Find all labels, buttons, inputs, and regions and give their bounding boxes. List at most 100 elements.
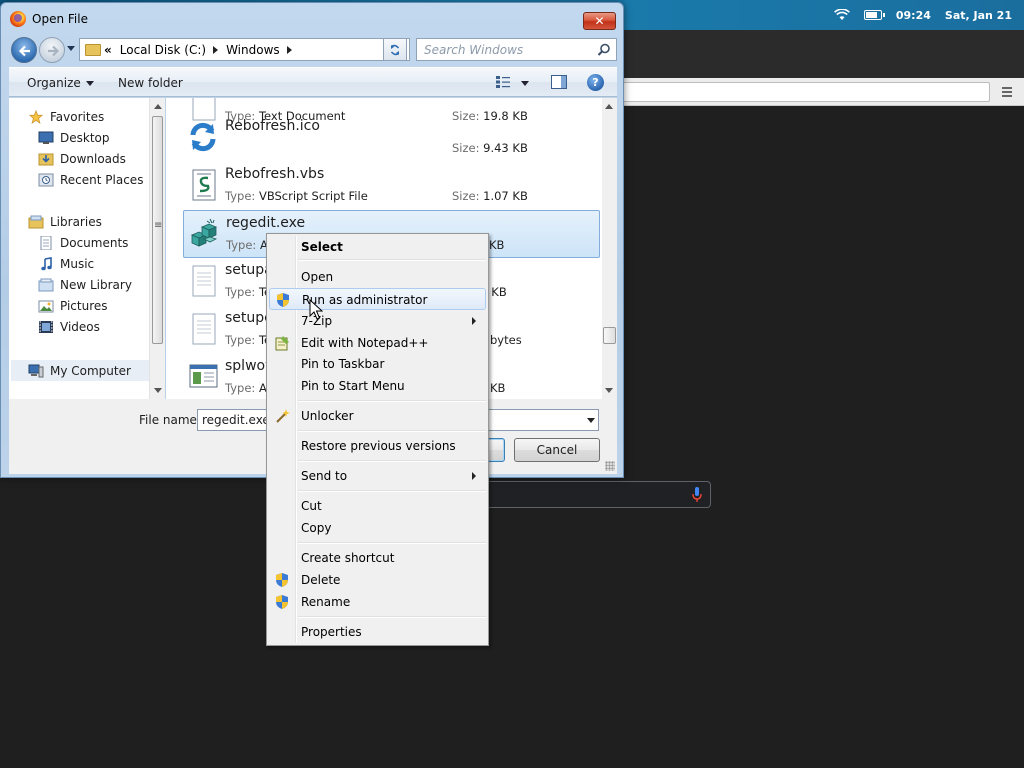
context-menu: Select Open Run as administrator 7-Zip E…	[266, 233, 489, 646]
search-placeholder: Search Windows	[424, 43, 524, 57]
scroll-down-icon[interactable]	[154, 388, 162, 393]
menu-item-pin-to-taskbar[interactable]: Pin to Taskbar	[269, 353, 486, 375]
downloads-folder-icon	[38, 153, 54, 165]
nav-desktop-label: Desktop	[60, 130, 110, 145]
file-type: Type: Te	[225, 285, 271, 299]
chevron-down-icon	[85, 81, 94, 86]
file-row[interactable]: Rebofresh.vbs Type: VBScript Script File…	[183, 162, 600, 210]
nav-new-library[interactable]: New Library	[38, 274, 132, 295]
nav-music-label: Music	[60, 256, 95, 271]
new-folder-button[interactable]: New folder	[118, 76, 183, 90]
file-list-scrollbar[interactable]	[602, 98, 617, 399]
file-row[interactable]: Rebofresh.ico Size: 9.43 KB	[183, 114, 600, 162]
scrollbar-thumb[interactable]	[152, 116, 163, 344]
menu-item-unlocker[interactable]: Unlocker	[269, 405, 486, 427]
preview-pane-icon[interactable]	[551, 75, 567, 89]
menu-item-pin-to-start-menu[interactable]: Pin to Start Menu	[269, 375, 486, 397]
desktop-icon	[38, 131, 54, 144]
nav-downloads[interactable]: Downloads	[38, 148, 126, 169]
file-type: Type: Te	[225, 333, 271, 347]
breadcrumb-overflow[interactable]: «	[104, 43, 112, 57]
scroll-up-icon[interactable]	[605, 104, 613, 109]
menu-separator	[298, 542, 486, 544]
nav-new-library-label: New Library	[60, 277, 132, 292]
file-name-dropdown-icon[interactable]	[587, 418, 595, 423]
menu-item-send-to[interactable]: Send to	[269, 465, 486, 487]
resize-grip[interactable]	[605, 461, 615, 471]
dialog-titlebar[interactable]: Open File ✕	[1, 3, 623, 33]
scroll-up-icon[interactable]	[154, 104, 162, 109]
status-tray: 09:24 Sat, Jan 21	[833, 0, 1012, 30]
menu-item-select[interactable]: Select	[269, 236, 486, 258]
file-type: Type: VBScript Script File	[225, 189, 368, 203]
text-document-icon	[192, 265, 216, 297]
close-button[interactable]: ✕	[583, 12, 616, 30]
menu-item-delete[interactable]: Delete	[269, 569, 486, 591]
browser-menu-icon[interactable]	[996, 82, 1018, 102]
search-icon[interactable]	[597, 43, 611, 57]
change-view-icon[interactable]	[495, 75, 511, 89]
nav-documents[interactable]: Documents	[38, 232, 128, 253]
menu-separator	[298, 460, 486, 462]
forward-button[interactable]	[39, 37, 65, 63]
page-search-box[interactable]	[480, 481, 711, 508]
organize-menu-button[interactable]: Organize	[27, 76, 94, 90]
breadcrumb-windows[interactable]: Windows	[226, 43, 280, 57]
search-input[interactable]: Search Windows	[416, 38, 617, 61]
nav-documents-label: Documents	[60, 235, 129, 250]
breadcrumb-local-disk[interactable]: Local Disk (C:)	[120, 43, 206, 57]
file-type: Type: A	[225, 381, 267, 395]
menu-item-properties[interactable]: Properties	[269, 621, 486, 643]
mouse-cursor-icon	[309, 299, 323, 320]
address-bar[interactable]: « Local Disk (C:) Windows	[79, 38, 410, 61]
back-button[interactable]	[11, 37, 37, 63]
uac-shield-icon	[276, 595, 288, 609]
cancel-button[interactable]: Cancel	[514, 438, 600, 462]
views-dropdown-icon[interactable]	[521, 81, 529, 86]
browser-address-bar[interactable]	[622, 82, 990, 102]
dialog-title: Open File	[32, 12, 88, 26]
nav-pictures[interactable]: Pictures	[38, 295, 108, 316]
menu-item-open[interactable]: Open	[269, 266, 486, 288]
nav-libraries[interactable]: Libraries	[28, 211, 102, 232]
nav-desktop[interactable]: Desktop	[38, 127, 110, 148]
scrollbar-thumb[interactable]	[603, 327, 616, 344]
nav-favorites[interactable]: Favorites	[28, 106, 104, 127]
nav-music[interactable]: Music	[38, 253, 94, 274]
microphone-icon[interactable]	[692, 487, 702, 503]
videos-icon	[39, 320, 53, 333]
file-name-label: File name:	[139, 413, 201, 427]
menu-item-7-zip[interactable]: 7-Zip	[269, 310, 486, 332]
menu-item-create-shortcut[interactable]: Create shortcut	[269, 547, 486, 569]
menu-item-restore-previous-versions[interactable]: Restore previous versions	[269, 435, 486, 457]
file-name: regedit.exe	[226, 215, 306, 231]
nav-recent-places[interactable]: Recent Places	[38, 169, 143, 190]
menu-item-cut[interactable]: Cut	[269, 495, 486, 517]
menu-item-copy[interactable]: Copy	[269, 517, 486, 539]
menu-item-run-as-administrator[interactable]: Run as administrator	[269, 288, 486, 310]
file-size: bytes	[490, 333, 522, 347]
refresh-button[interactable]	[383, 38, 407, 61]
file-name: Rebofresh.ico	[225, 118, 320, 134]
nav-my-computer[interactable]: My Computer	[11, 360, 151, 381]
command-bar: Organize New folder ?	[9, 67, 617, 97]
scroll-down-icon[interactable]	[605, 388, 613, 393]
menu-separator	[298, 430, 486, 432]
vbscript-file-icon	[192, 169, 216, 201]
battery-icon	[863, 10, 885, 20]
nav-videos[interactable]: Videos	[38, 316, 100, 337]
recent-places-icon	[38, 173, 54, 186]
breadcrumb-arrow-icon[interactable]	[286, 45, 292, 54]
navigation-row: « Local Disk (C:) Windows Search Windows	[9, 36, 617, 64]
documents-icon	[40, 235, 52, 250]
libraries-icon	[28, 215, 44, 228]
file-size: Size: 9.43 KB	[452, 141, 528, 155]
menu-item-rename[interactable]: Rename	[269, 591, 486, 613]
recent-locations-dropdown[interactable]	[67, 46, 75, 51]
nav-downloads-label: Downloads	[60, 151, 126, 166]
breadcrumb-arrow-icon[interactable]	[213, 45, 219, 54]
menu-item-edit-with-notepad-plus-plus[interactable]: Edit with Notepad++	[269, 332, 486, 354]
menu-separator	[298, 490, 486, 492]
nav-pane-scrollbar[interactable]	[149, 98, 165, 399]
help-button[interactable]: ?	[587, 74, 604, 91]
